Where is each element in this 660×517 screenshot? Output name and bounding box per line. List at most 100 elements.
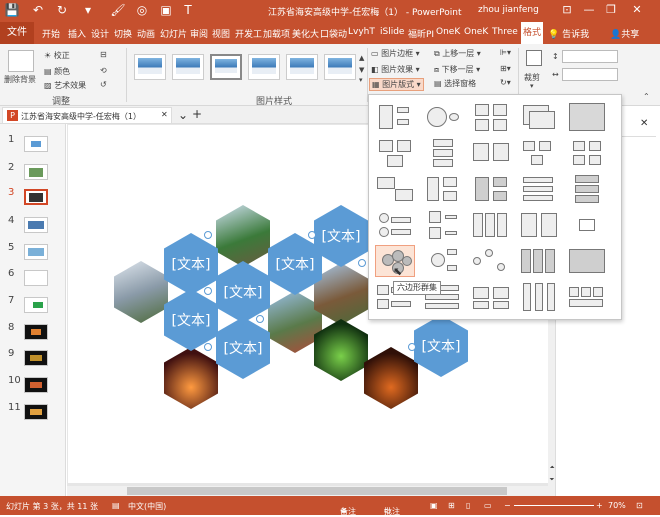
gallery-more-icon[interactable]: ▾: [359, 76, 363, 84]
gallery-down-icon[interactable]: ▼: [359, 66, 364, 74]
ribbon-display-icon[interactable]: ⊡: [558, 3, 576, 16]
picture-style-1[interactable]: [134, 54, 166, 80]
tab-home[interactable]: 开始: [42, 27, 60, 40]
layout-option[interactable]: [519, 281, 559, 313]
hex-picture[interactable]: [314, 263, 368, 325]
zoom-out-icon[interactable]: −: [504, 501, 511, 510]
tab-slideshow[interactable]: 幻灯片: [160, 27, 187, 40]
close-button[interactable]: ✕: [628, 3, 646, 16]
layout-option[interactable]: [567, 245, 607, 277]
share-button[interactable]: 👤共享: [610, 27, 639, 40]
slide-thumbnail-1[interactable]: [24, 136, 48, 152]
layout-option[interactable]: [567, 281, 607, 313]
hex-text-placeholder[interactable]: [文本]: [216, 261, 270, 323]
height-field[interactable]: [562, 50, 618, 63]
layout-option[interactable]: [423, 173, 463, 205]
picture-style-3[interactable]: [210, 54, 242, 80]
text-icon[interactable]: T: [180, 3, 196, 17]
tab-file[interactable]: 文件: [0, 22, 34, 44]
picture-border-button[interactable]: ▭ 图片边框 ▾: [371, 48, 420, 59]
remove-background-icon[interactable]: [8, 50, 34, 72]
slide-thumbnail-10[interactable]: [24, 377, 48, 393]
layout-option[interactable]: [519, 209, 559, 241]
reading-view-icon[interactable]: ▯: [466, 501, 470, 510]
tell-me-search[interactable]: 💡 告诉我: [548, 27, 589, 40]
save-icon[interactable]: 💾: [4, 3, 20, 17]
tab-list-icon[interactable]: ⌄: [178, 108, 188, 122]
tab-addins[interactable]: 加载项: [263, 27, 290, 40]
layout-option[interactable]: [567, 209, 607, 241]
layout-option[interactable]: [519, 101, 559, 133]
picture-layout-button[interactable]: ▦ 图片版式 ▾: [369, 78, 424, 91]
slide-sorter-icon[interactable]: ⊞: [448, 501, 455, 510]
scroll-thumb[interactable]: [127, 487, 507, 495]
layout-option[interactable]: [471, 137, 511, 169]
layout-option[interactable]: [471, 245, 511, 277]
hex-picture[interactable]: [114, 261, 168, 323]
tab-onekey-2[interactable]: OneK: [464, 27, 488, 37]
compress-icon[interactable]: ⊟: [100, 50, 107, 59]
restore-button[interactable]: ❐: [602, 3, 620, 16]
slide-thumbnail-6[interactable]: [24, 270, 48, 286]
user-name[interactable]: zhou jianfeng: [478, 5, 539, 15]
layout-option[interactable]: [375, 137, 415, 169]
gallery-up-icon[interactable]: ▲: [359, 54, 364, 62]
hex-text-placeholder[interactable]: [文本]: [314, 205, 368, 267]
layout-option[interactable]: [423, 101, 463, 133]
tab-view[interactable]: 视图: [212, 27, 230, 40]
layout-option[interactable]: [519, 245, 559, 277]
artistic-effects-button[interactable]: ▨ 艺术效果: [44, 80, 86, 91]
close-tab-icon[interactable]: ✕: [161, 110, 168, 119]
slide-thumbnail-8[interactable]: [24, 324, 48, 340]
language-indicator[interactable]: 中文(中国): [128, 501, 166, 512]
zoom-in-icon[interactable]: +: [596, 501, 603, 510]
layout-option[interactable]: [423, 245, 463, 277]
format-painter-icon[interactable]: 🖌: [110, 3, 126, 17]
shapes-icon[interactable]: ◎: [134, 3, 150, 17]
tab-beautify[interactable]: 美化大: [292, 27, 319, 40]
layout-option[interactable]: [423, 209, 463, 241]
selection-pane-button[interactable]: ▤ 选择窗格: [434, 78, 476, 89]
slide-thumbnail-3[interactable]: [24, 189, 48, 205]
tab-design[interactable]: 设计: [91, 27, 109, 40]
hex-text-placeholder[interactable]: [文本]: [414, 315, 468, 377]
hex-picture[interactable]: [364, 347, 418, 409]
image-icon[interactable]: ▣: [158, 3, 174, 17]
send-backward-button[interactable]: ⧈ 下移一层 ▾: [434, 64, 480, 75]
zoom-level[interactable]: 70%: [608, 501, 626, 510]
normal-view-icon[interactable]: ▣: [430, 501, 438, 510]
tab-developer[interactable]: 开发工: [235, 27, 262, 40]
crop-dropdown-icon[interactable]: ▾: [530, 82, 534, 90]
tab-transitions[interactable]: 切换: [114, 27, 132, 40]
slide-thumbnail-7[interactable]: [24, 297, 48, 313]
hex-text-placeholder[interactable]: [文本]: [164, 233, 218, 295]
tab-pocket[interactable]: 口袋动: [320, 27, 347, 40]
slide-thumbnail-2[interactable]: [24, 164, 48, 180]
layout-option[interactable]: [567, 101, 607, 133]
horizontal-scrollbar[interactable]: [67, 486, 555, 496]
hex-picture[interactable]: [164, 347, 218, 409]
tab-islide[interactable]: iSlide: [380, 27, 404, 37]
minimize-button[interactable]: —: [580, 3, 598, 16]
layout-option[interactable]: [375, 209, 415, 241]
spellcheck-icon[interactable]: ▤: [112, 501, 120, 510]
hex-text-placeholder[interactable]: [文本]: [164, 289, 218, 351]
picture-effects-button[interactable]: ◧ 图片效果 ▾: [371, 64, 420, 75]
layout-option[interactable]: [375, 101, 415, 133]
picture-style-5[interactable]: [286, 54, 318, 80]
layout-option[interactable]: [519, 173, 559, 205]
close-pane-icon[interactable]: ✕: [640, 118, 648, 129]
hex-picture[interactable]: [216, 205, 270, 267]
align-icon[interactable]: ⊫▾: [500, 48, 511, 57]
rotate-icon[interactable]: ↻▾: [500, 78, 511, 87]
document-tab[interactable]: P 江苏省海安高级中学-任宏梅（1） ✕: [2, 107, 172, 123]
tab-format[interactable]: 格式: [521, 22, 543, 44]
hex-picture[interactable]: [314, 319, 368, 381]
layout-option[interactable]: [567, 137, 607, 169]
zoom-slider[interactable]: [514, 505, 594, 506]
slide-thumbnail-5[interactable]: [24, 244, 48, 260]
color-button[interactable]: ▤ 颜色: [44, 66, 70, 77]
layout-option[interactable]: [423, 137, 463, 169]
reset-picture-icon[interactable]: ↺: [100, 80, 107, 89]
layout-option[interactable]: [471, 281, 511, 313]
